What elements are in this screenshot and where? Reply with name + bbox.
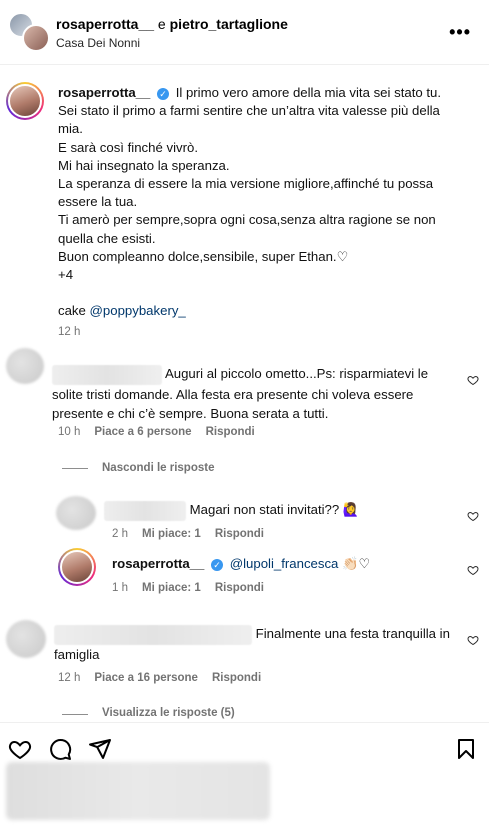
caption-text: rosaperrotta__ ✓ Il primo vero amore del… [58, 84, 468, 321]
story-ring[interactable] [58, 548, 96, 586]
comment-text: Magari non stati invitati?? 🙋‍♀️ [104, 500, 444, 521]
likes-count[interactable]: Piace a 6 persone [94, 426, 191, 438]
username-blurred[interactable] [54, 624, 252, 645]
username-blurred[interactable] [52, 364, 162, 385]
likes-count[interactable]: Mi piace: 1 [142, 528, 201, 540]
comment-timestamp[interactable]: 10 h [58, 426, 80, 438]
like-heart-icon[interactable] [467, 374, 479, 386]
comment-timestamp[interactable]: 2 h [112, 528, 128, 540]
likes-count[interactable]: Piace a 16 persone [94, 672, 198, 684]
like-heart-icon[interactable] [467, 564, 479, 576]
comment-timestamp[interactable]: 1 h [112, 582, 128, 594]
mention-link[interactable]: @poppybakery_ [90, 303, 186, 318]
verified-badge-icon: ✓ [211, 558, 224, 571]
likes-summary-blurred [6, 762, 270, 820]
username-link[interactable]: rosaperrotta__ [112, 556, 204, 571]
mention-link[interactable]: @lupoli_francesca [230, 556, 339, 571]
username-link[interactable]: rosaperrotta__ [58, 85, 150, 100]
reply-button[interactable]: Rispondi [206, 426, 255, 438]
avatar [8, 84, 42, 118]
username-link[interactable]: rosaperrotta__ [56, 16, 154, 32]
caption-line: Sei stato il primo a farmi sentire che u… [58, 103, 440, 137]
avatar [22, 24, 50, 52]
avatar [60, 550, 94, 584]
like-heart-icon[interactable] [467, 634, 479, 646]
comment-meta: 2 h Mi piace: 1 Rispondi [112, 528, 264, 540]
avatar[interactable] [6, 620, 46, 658]
collab-usernames: rosaperrotta__ e pietro_tartaglione [56, 16, 288, 32]
caption-timestamp[interactable]: 12 h [58, 326, 80, 338]
reply-divider [62, 714, 88, 715]
like-heart-icon[interactable] [467, 510, 479, 522]
caption-line: La speranza di essere la mia versione mi… [58, 176, 434, 210]
bookmark-icon[interactable] [454, 737, 478, 761]
location-link[interactable]: Casa Dei Nonni [56, 36, 140, 50]
avatar[interactable] [56, 496, 96, 530]
heart-icon[interactable] [8, 737, 32, 761]
comment-text: Auguri al piccolo ometto...Ps: risparmia… [52, 364, 452, 423]
comment-timestamp[interactable]: 12 h [58, 672, 80, 684]
caption-line: +4 [58, 267, 74, 283]
share-icon[interactable] [88, 737, 112, 761]
likes-count[interactable]: Mi piace: 1 [142, 582, 201, 594]
reply-button[interactable]: Rispondi [215, 528, 264, 540]
comment-text: rosaperrotta__ ✓ @lupoli_francesca 👏🏻♡ [112, 554, 452, 573]
comment-icon[interactable] [48, 737, 72, 761]
reply-divider [62, 468, 88, 469]
joiner-text: e [154, 16, 170, 32]
emoji-text: 👏🏻♡ [342, 556, 371, 571]
username-link[interactable]: pietro_tartaglione [170, 16, 288, 32]
collab-avatars[interactable] [8, 12, 50, 52]
comment-meta: 10 h Piace a 6 persone Rispondi [58, 426, 255, 438]
caption-line: Ti amerò per sempre,sopra ogni cosa,senz… [58, 212, 436, 246]
reply-button[interactable]: Rispondi [215, 582, 264, 594]
caption-line: Il primo vero amore della mia vita sei s… [175, 85, 442, 100]
username-blurred[interactable] [104, 500, 186, 521]
comment-meta: 12 h Piace a 16 persone Rispondi [58, 672, 261, 684]
caption-line: E sarà così finché vivrò. [58, 139, 198, 155]
view-replies-button[interactable]: Visualizza le risposte (5) [102, 707, 235, 719]
comment-body: Magari non stati invitati?? 🙋‍♀️ [189, 502, 360, 517]
verified-badge-icon: ✓ [157, 87, 170, 100]
cake-label: cake [58, 303, 90, 319]
hide-replies-button[interactable]: Nascondi le risposte [102, 462, 214, 474]
more-options-icon[interactable]: ••• [449, 22, 471, 43]
story-ring[interactable] [6, 82, 44, 120]
comment-text: Finalmente una festa tranquilla in famig… [54, 624, 454, 664]
comment-meta: 1 h Mi piace: 1 Rispondi [112, 582, 264, 594]
reply-button[interactable]: Rispondi [212, 672, 261, 684]
caption-line: Mi hai insegnato la speranza. [58, 157, 230, 173]
caption-line: Buon compleanno dolce,sensibile, super E… [58, 248, 349, 264]
post-header: rosaperrotta__ e pietro_tartaglione Casa… [0, 0, 489, 65]
avatar[interactable] [6, 348, 44, 384]
